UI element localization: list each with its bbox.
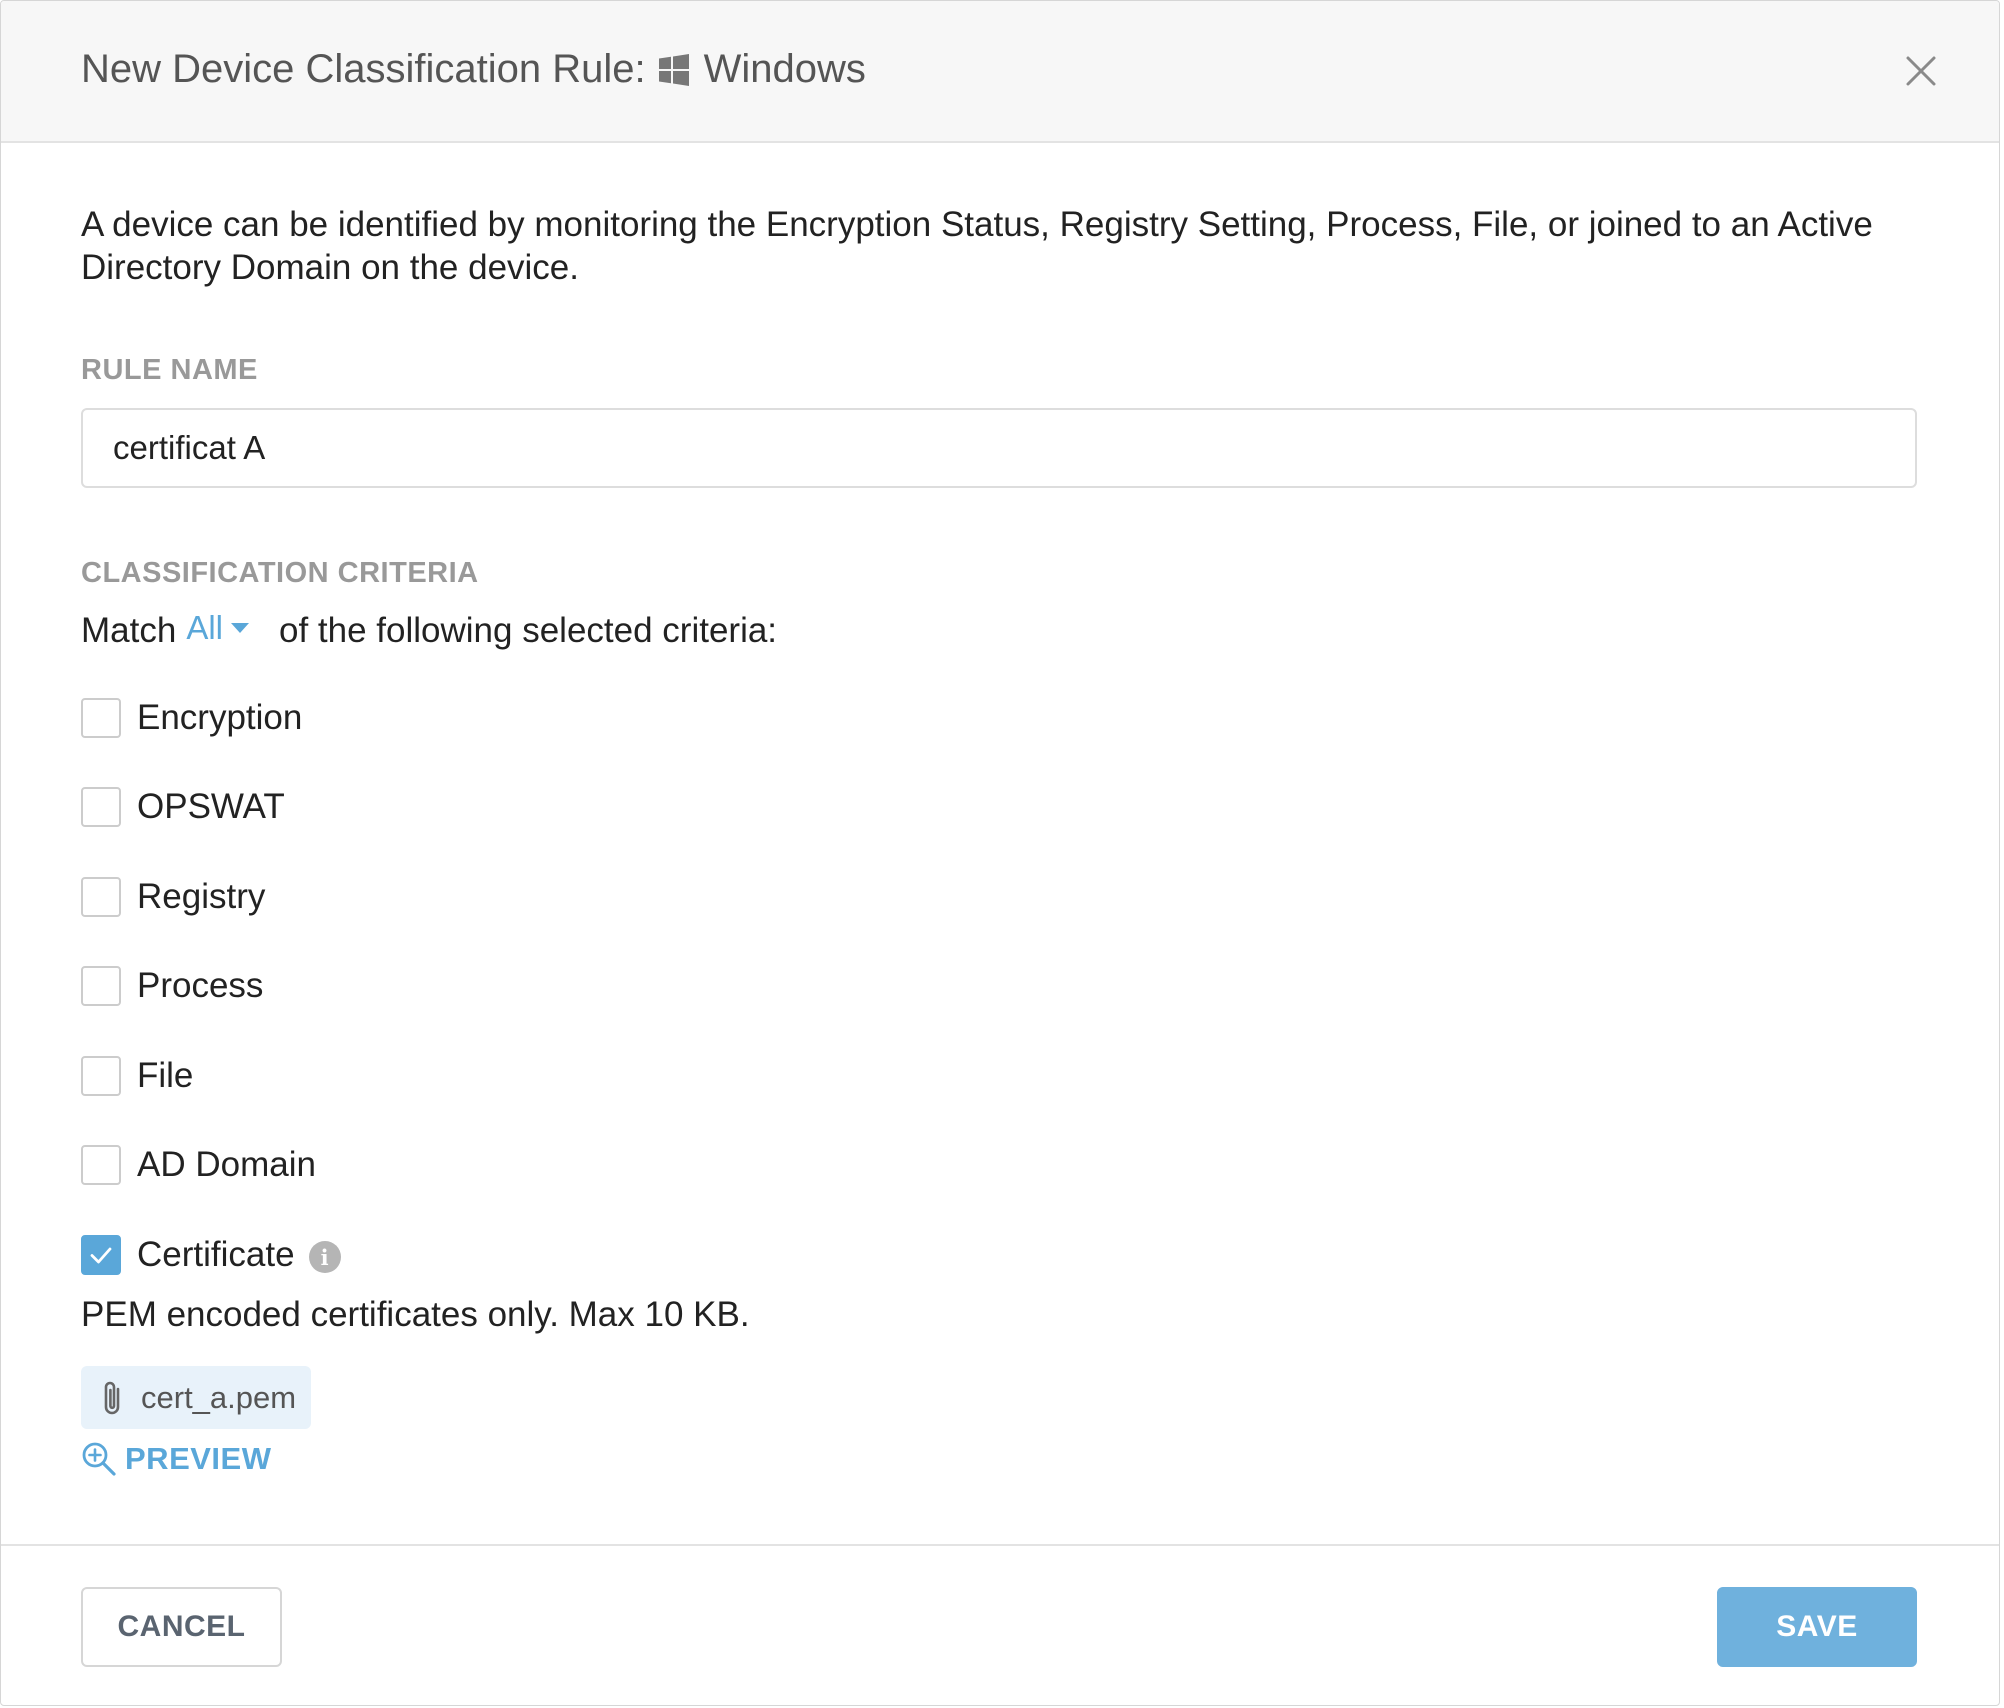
paperclip-icon: [104, 1381, 120, 1414]
process-checkbox[interactable]: [81, 966, 121, 1006]
match-row: Match All of the following selected crit…: [81, 609, 778, 651]
match-prefix: Match: [81, 611, 177, 650]
close-button[interactable]: [1901, 51, 1941, 91]
criteria-item-ad-domain[interactable]: AD Domain: [81, 1144, 316, 1186]
classification-criteria-label: CLASSIFICATION CRITERIA: [81, 557, 479, 589]
opswat-checkbox[interactable]: [81, 787, 121, 827]
match-dropdown[interactable]: All: [186, 609, 249, 647]
dialog-title-prefix: New Device Classification Rule:: [81, 47, 646, 91]
registry-checkbox[interactable]: [81, 877, 121, 917]
windows-logo-icon: [658, 53, 690, 86]
checkmark-icon: [90, 1247, 112, 1264]
criteria-item-encryption[interactable]: Encryption: [81, 697, 302, 739]
dialog-description: A device can be identified by monitoring…: [81, 205, 1873, 287]
info-icon[interactable]: i: [308, 1241, 341, 1273]
match-suffix: of the following selected criteria:: [279, 611, 778, 650]
encryption-checkbox[interactable]: [81, 698, 121, 738]
criteria-label-registry: Registry: [137, 877, 266, 916]
criteria-label-file: File: [137, 1056, 194, 1095]
criteria-item-process[interactable]: Process: [81, 965, 263, 1007]
criteria-label-encryption: Encryption: [137, 698, 303, 737]
match-dropdown-value[interactable]: All: [186, 609, 223, 647]
device-classification-dialog: New Device Classification Rule: Windows …: [0, 0, 2000, 1706]
criteria-item-certificate[interactable]: Certificate i: [81, 1234, 341, 1276]
criteria-label-opswat: OPSWAT: [137, 787, 285, 826]
zoom-in-icon[interactable]: [81, 1441, 117, 1477]
close-icon[interactable]: [1901, 51, 1941, 91]
rule-name-input[interactable]: [81, 408, 1917, 488]
dialog-title-platform: Windows: [703, 47, 866, 91]
preview-link[interactable]: PREVIEW: [81, 1441, 271, 1477]
certificate-hint: PEM encoded certificates only. Max 10 KB…: [81, 1295, 750, 1334]
criteria-label-ad-domain: AD Domain: [137, 1145, 316, 1184]
footer-divider: [1, 1544, 1999, 1546]
ad-domain-checkbox[interactable]: [81, 1145, 121, 1185]
criteria-item-registry[interactable]: Registry: [81, 876, 265, 918]
chevron-down-icon[interactable]: [231, 623, 249, 633]
rule-name-label: RULE NAME: [81, 354, 258, 386]
dialog-header: New Device Classification Rule: Windows: [1, 1, 1999, 143]
attached-file-name: cert_a.pem: [141, 1379, 297, 1415]
save-button[interactable]: SAVE: [1717, 1587, 1917, 1667]
criteria-label-certificate: Certificate: [137, 1235, 295, 1274]
cancel-button[interactable]: CANCEL: [81, 1587, 282, 1667]
criteria-label-process: Process: [137, 966, 264, 1005]
criteria-item-opswat[interactable]: OPSWAT: [81, 786, 285, 828]
certificate-checkbox[interactable]: [81, 1235, 121, 1275]
attached-file-chip[interactable]: cert_a.pem: [81, 1366, 311, 1429]
file-checkbox[interactable]: [81, 1056, 121, 1096]
preview-label[interactable]: PREVIEW: [125, 1441, 271, 1477]
criteria-item-file[interactable]: File: [81, 1055, 193, 1097]
dialog-title: New Device Classification Rule: Windows: [81, 47, 866, 92]
